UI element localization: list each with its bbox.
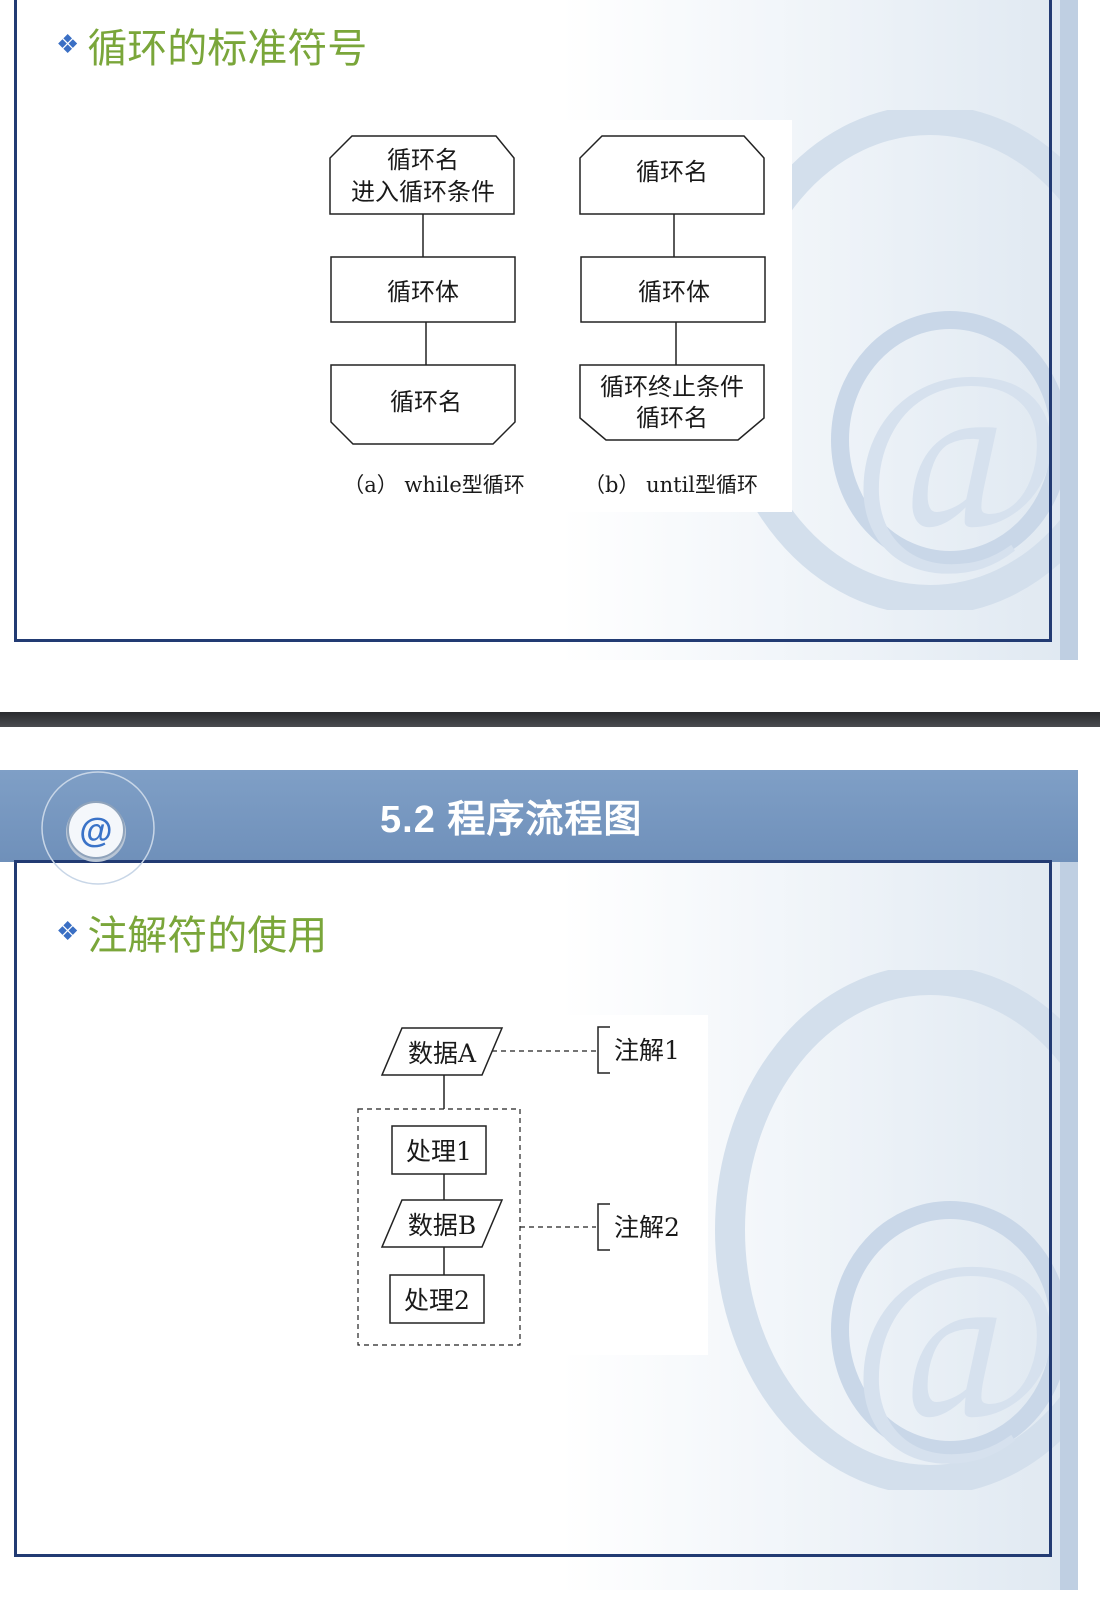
note-2-bracket [597,1203,610,1251]
data-b-label: 数据B [408,1211,476,1240]
slide-right-edge [1060,770,1078,1590]
slide-loop-symbols: @ ❖ 循环的标准符号 循环名 进入循环条件 循环体 循环名 （a） while… [0,0,1078,660]
section-heading-text: 注解符的使用 [87,913,328,959]
data-a-label: 数据A [408,1039,477,1068]
section-heading: ❖ 注解符的使用 [56,903,327,961]
slide-right-edge [1060,0,1078,660]
slide-divider [0,712,1100,727]
slide-annotation-usage: 5.2 程序流程图 @ @ ❖ 注解符的使用 数据A 注解1 处理1 数据B 处… [0,770,1078,1590]
process-2-label: 处理2 [404,1286,470,1315]
at-sign-icon: @ [41,771,155,885]
svg-text:@: @ [79,812,112,850]
note-1-label: 注解1 [614,1036,680,1065]
note-2-label: 注解2 [614,1213,680,1242]
note-1-bracket [597,1026,610,1074]
annotation-flow-diagram: 数据A 注解1 处理1 数据B 处理2 注解2 [357,1026,680,1346]
diamond-bullet-icon: ❖ [56,917,80,947]
process-1-label: 处理1 [406,1137,472,1166]
slide-header-title: 5.2 程序流程图 [380,799,643,841]
slide-frame [14,0,1052,642]
